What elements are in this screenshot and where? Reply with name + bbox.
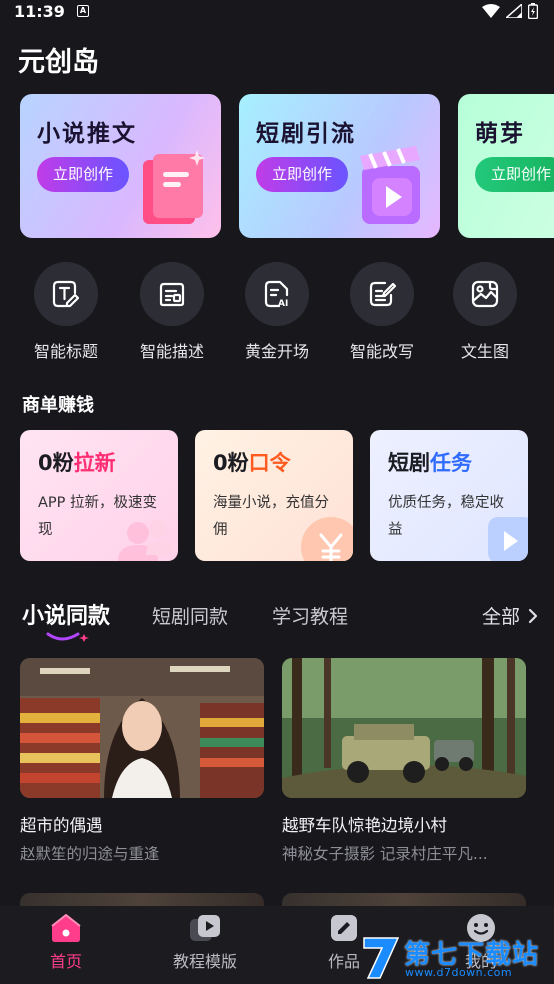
nav-label: 教程模版 [172,952,237,971]
promo-card-drama[interactable]: 短剧引流 立即创作 [239,94,440,238]
tab-tutorials[interactable]: 学习教程 [272,602,348,629]
biz-card-signup[interactable]: 0粉拉新 APP 拉新，极速变现 [20,430,178,561]
works-icon [331,915,357,941]
item-title: 越野车队惊艳边境小村 [282,816,447,835]
list-item[interactable]: 越野车队惊艳边境小村 神秘女子摄影 记录村庄平凡... [282,658,526,864]
promo-title: 萌芽 [475,121,525,147]
clapperboard-icon [360,146,420,224]
promo-card-sprout[interactable]: 萌芽 立即创作 [458,94,554,238]
image-gallery-icon [471,280,499,308]
biz-title-highlight: 任务 [430,451,472,475]
item-subtitle: 赵默笙的归途与重逢 [20,845,160,863]
tool-label: 智能标题 [33,342,98,361]
tool-text-to-image[interactable]: 文生图 [440,262,530,362]
tool-smart-rewrite[interactable]: 智能改写 [337,262,427,362]
tool-golden-opening[interactable]: AI 黄金开场 [232,262,322,362]
nav-tutorial-templates[interactable]: 教程模版 [155,912,255,972]
nav-label: 首页 [49,952,82,971]
list-item[interactable]: 超市的偶遇 赵默笙的归途与重逢 [20,658,264,864]
tab-active-indicator [46,632,89,642]
promo-card-novel[interactable]: 小说推文 立即创作 [20,94,221,238]
business-cards: 0粉拉新 APP 拉新，极速变现 0粉口令 海量小说，充值分佣 短剧任务 优质任… [20,430,534,562]
tab-novel-style[interactable]: 小说同款 [22,598,110,630]
biz-title-highlight: 拉新 [73,451,116,475]
biz-title-highlight: 口令 [248,451,291,475]
title-edit-icon [52,280,80,308]
battery-icon [528,3,538,19]
promo-carousel[interactable]: 小说推文 立即创作 短剧引流 立即创作 萌芽 立即创作 [20,94,554,240]
app-title: 元创岛 [18,47,99,78]
biz-title-prefix: 短剧 [388,451,430,475]
watermark-url: www.d7down.com [405,966,513,979]
home-icon [51,913,81,942]
status-time: 11:39 [14,1,65,21]
promo-title: 小说推文 [37,121,137,147]
tool-smart-title[interactable]: 智能标题 [21,262,111,362]
view-all-link[interactable]: 全部 [482,602,538,629]
thumbnail-supermarket [20,658,264,798]
create-now-button[interactable]: 立即创作 [475,157,554,192]
biz-card-password[interactable]: 0粉口令 海量小说，充值分佣 [195,430,353,561]
wifi-icon [482,4,500,18]
status-bar: 11:39 A [0,0,554,22]
biz-card-drama-task[interactable]: 短剧任务 优质任务，稳定收益 [370,430,528,561]
tab-drama-style[interactable]: 短剧同款 [152,602,228,629]
svg-text:AI: AI [278,299,288,309]
chevron-right-icon [528,608,538,623]
tutorial-icon [190,915,220,941]
item-title: 超市的偶遇 [20,816,103,835]
description-icon [159,282,185,307]
tool-smart-description[interactable]: 智能描述 [127,262,217,362]
nav-home[interactable]: 首页 [16,912,116,972]
biz-title-prefix: 0粉 [38,451,74,475]
tool-label: 智能改写 [349,342,414,361]
business-section-title: 商单赚钱 [22,395,94,416]
promo-title: 短剧引流 [256,121,356,147]
tool-label: 智能描述 [139,342,204,361]
notification-a-icon: A [76,5,89,17]
play-icon [488,517,528,561]
tool-shortcuts: 智能标题 智能描述 AI 黄金开场 智能改写 文生图 [0,262,554,362]
item-subtitle: 神秘女子摄影 记录村庄平凡... [282,845,488,863]
create-now-button[interactable]: 立即创作 [37,157,130,192]
tool-label: 黄金开场 [244,342,309,361]
site-watermark: 第七下载站 www.d7down.com [358,930,554,984]
status-icons [482,3,538,19]
watermark-logo-icon [363,937,400,979]
content-tabs: 小说同款 短剧同款 学习教程 全部 [0,598,554,644]
tool-label: 文生图 [460,342,509,361]
thumbnail-offroad [282,658,526,798]
rewrite-icon [369,281,397,307]
create-now-button[interactable]: 立即创作 [256,157,349,192]
biz-title-prefix: 0粉 [213,451,249,475]
book-icon [143,150,205,224]
view-all-label: 全部 [481,606,520,628]
users-icon [118,520,174,561]
signal-icon [506,4,522,18]
yuan-coin-icon [301,517,353,561]
ai-document-icon: AI [264,280,288,309]
